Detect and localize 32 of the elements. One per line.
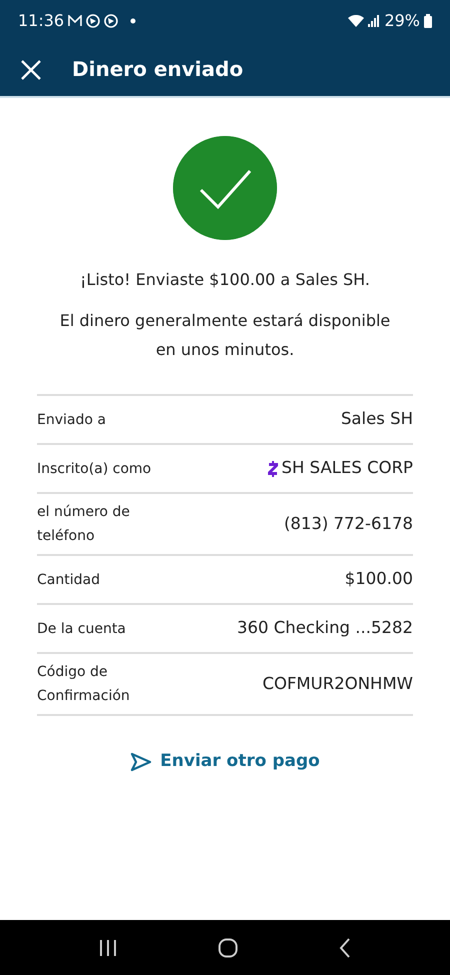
detail-value: COFMUR2ONHMW: [262, 672, 413, 695]
recent-apps-icon[interactable]: [98, 940, 117, 956]
detail-label: Cantidad: [37, 570, 101, 590]
detail-value: (813) 772-6178: [284, 512, 413, 535]
notification-icon: [104, 14, 118, 28]
checkmark-icon: [173, 136, 277, 240]
detail-label: Código de Confirmación: [37, 663, 131, 706]
zelle-icon: [268, 460, 278, 476]
clock-time: 11:36: [18, 10, 64, 32]
send-icon: [130, 752, 152, 772]
dot-icon: [130, 18, 136, 24]
detail-value: $100.00: [344, 568, 413, 590]
battery-icon: [424, 14, 432, 28]
notification-icon: [86, 14, 100, 28]
detail-value: Sales SH: [340, 408, 413, 430]
mail-icon: [68, 15, 82, 27]
battery-percent: 29%: [384, 10, 420, 32]
detail-label: el número de teléfono: [37, 503, 131, 546]
signal-icon: [368, 15, 380, 27]
back-icon[interactable]: [339, 938, 352, 958]
detail-label: Enviado a: [37, 410, 107, 430]
detail-label: Inscrito(a) como: [37, 460, 152, 478]
detail-value: 360 Checking ...5282: [237, 617, 413, 640]
screen-title: Dinero enviado: [72, 57, 244, 81]
wifi-icon: [348, 14, 364, 28]
detail-value: SH SALES CORP: [282, 457, 413, 480]
success-message: ¡Listo! Enviaste $100.00 a Sales SH.: [79, 269, 371, 291]
close-button[interactable]: [20, 57, 42, 81]
detail-label: De la cuenta: [37, 620, 127, 638]
home-icon[interactable]: [218, 938, 238, 958]
availability-note: El dinero generalmente estará disponible en unos minutos.: [58, 310, 392, 361]
send-another-payment-link[interactable]: Enviar otro pago: [124, 748, 326, 776]
